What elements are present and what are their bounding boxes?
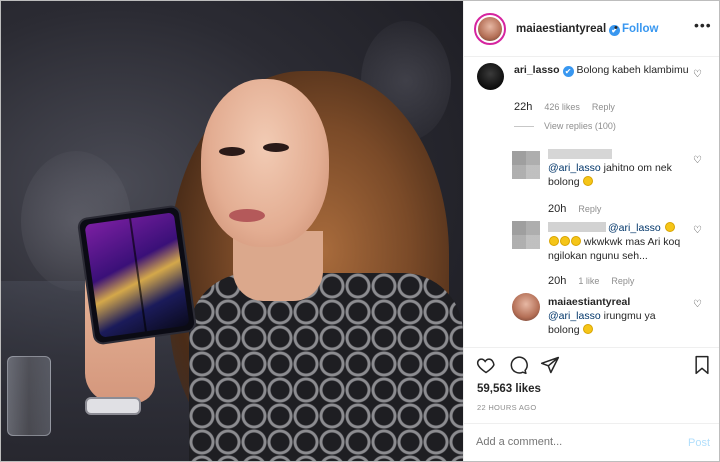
comment-like-icon[interactable]: ♡ (693, 155, 702, 166)
blurred-avatar (512, 221, 540, 249)
comments-list[interactable]: ari_lasso ✔ Bolong kabeh klambimu ♡ 22h 42… (464, 57, 719, 347)
view-replies-button[interactable]: View replies (100) (514, 121, 616, 131)
foldable-phone (76, 204, 198, 346)
post-timestamp[interactable]: 22 HOURS AGO (477, 403, 536, 412)
laughing-emoji-icon (560, 236, 570, 246)
laughing-emoji-icon (664, 222, 675, 232)
laughing-emoji-icon (571, 236, 581, 246)
comment-time[interactable]: 20h (548, 203, 566, 215)
view-replies-line (514, 126, 534, 128)
header-username-text[interactable]: maiaestiantyreal (516, 23, 606, 35)
comment-time[interactable]: 22h (514, 101, 532, 113)
post-photo[interactable] (1, 1, 463, 461)
blurred-avatar (512, 151, 540, 179)
comment-username[interactable]: maiaestiantyreal (548, 296, 630, 308)
laughing-emoji-icon (583, 324, 594, 334)
reply-button[interactable]: Reply (578, 204, 601, 214)
comment-like-icon[interactable]: ♡ (693, 69, 702, 80)
person-face (201, 79, 329, 247)
header-username[interactable]: maiaestiantyreal ✔ (516, 23, 621, 36)
post-header: maiaestiantyreal ✔ • Follow ••• (464, 1, 719, 57)
avatar[interactable] (477, 63, 504, 90)
verified-badge-icon: ✔ (562, 66, 574, 77)
avatar[interactable] (478, 17, 502, 41)
share-icon[interactable] (540, 355, 560, 379)
likes-count[interactable]: 59,563 likes (477, 383, 541, 395)
person-lips (229, 209, 265, 222)
comment-likes[interactable]: 1 like (578, 276, 599, 286)
comment-text: @ari_lasso wkwkwk mas Ari koq ngilokan n… (548, 221, 698, 263)
laughing-emoji-icon (583, 176, 594, 186)
header-separator: • (614, 22, 618, 34)
person-eye (263, 143, 289, 152)
person-eye (219, 147, 245, 156)
mention-link[interactable]: @ari_lasso (608, 222, 661, 234)
comment-icon[interactable] (508, 355, 528, 379)
avatar[interactable] (512, 293, 540, 321)
comment-text: maiaestiantyreal @ari_lasso irungmu ya b… (548, 295, 688, 337)
post-side-panel: maiaestiantyreal ✔ • Follow ••• ari_lasso… (463, 1, 719, 461)
laughing-emoji-icon (549, 236, 559, 246)
comment-time[interactable]: 20h (548, 275, 566, 287)
reply-button[interactable]: Reply (611, 276, 634, 286)
instagram-post-window: maiaestiantyreal ✔ • Follow ••• ari_lasso… (0, 0, 720, 462)
section-divider (464, 347, 719, 348)
drinking-glass (7, 356, 51, 436)
wrist-watch (85, 397, 141, 415)
post-actions (464, 353, 719, 383)
heart-icon[interactable] (476, 355, 496, 379)
comment-body: Bolong kabeh klambimu (576, 64, 689, 76)
bookmark-icon[interactable] (692, 355, 712, 379)
comment-meta: 20h Reply (548, 203, 601, 215)
blurred-username (548, 149, 612, 159)
comment-like-icon[interactable]: ♡ (693, 225, 702, 236)
mention-link[interactable]: @ari_lasso (548, 310, 601, 322)
mention-link[interactable]: @ari_lasso (548, 162, 601, 174)
comment-meta: 22h 426 likes Reply (514, 101, 615, 113)
comment-text: @ari_lasso jahitno om nek bolong (548, 161, 688, 189)
follow-button[interactable]: Follow (622, 23, 658, 35)
view-replies-label[interactable]: View replies (100) (544, 121, 616, 131)
more-options-icon[interactable]: ••• (694, 17, 712, 33)
reply-button[interactable]: Reply (592, 102, 615, 112)
add-comment-input[interactable] (476, 436, 676, 448)
add-comment-row: Post (464, 423, 719, 461)
comment-username[interactable]: ari_lasso (514, 64, 560, 76)
phone-hinge (129, 218, 147, 332)
person-dress (189, 273, 463, 461)
comment-text: ari_lasso ✔ Bolong kabeh klambimu (514, 63, 694, 77)
blurred-username (548, 222, 606, 232)
comment-likes[interactable]: 426 likes (544, 102, 580, 112)
story-ring[interactable] (474, 13, 506, 45)
phone-screen (84, 212, 190, 338)
comment-meta: 20h 1 like Reply (548, 275, 634, 287)
comment-like-icon[interactable]: ♡ (693, 299, 702, 310)
post-comment-button[interactable]: Post (688, 437, 710, 449)
